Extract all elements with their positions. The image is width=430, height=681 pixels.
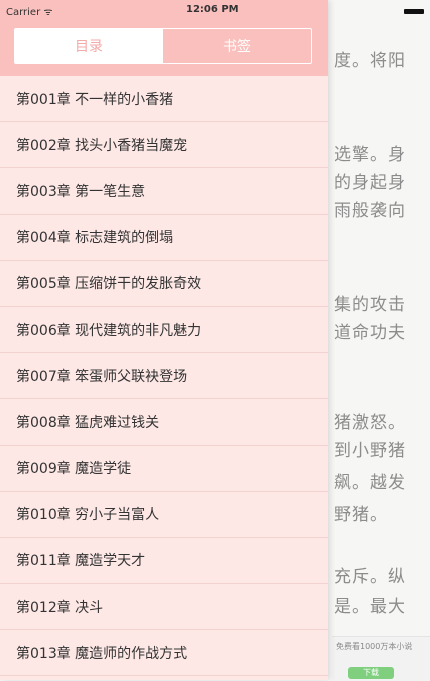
chapter-item[interactable]: 第009章 魔造学徒 [0, 446, 328, 492]
chapter-item[interactable]: 第010章 穷小子当富人 [0, 492, 328, 538]
reader-text-line: 度。将阳 [334, 51, 406, 71]
reader-text-line: 集的攻击 [334, 295, 406, 315]
status-bar: Carrier ᯤ 12:06 PM [0, 0, 328, 20]
reader-text-line: 飙。越发 [334, 473, 406, 493]
carrier-label: Carrier ᯤ [6, 7, 53, 18]
chapter-item[interactable]: 第004章 标志建筑的倒塌 [0, 215, 328, 261]
reader-text-line: 道命功夫 [334, 323, 406, 343]
reader-text-line: 选擎。身 [334, 145, 406, 165]
chapter-item[interactable]: 第012章 决斗 [0, 584, 328, 631]
ad-banner[interactable]: 免费看1000万本小说 下载 [332, 636, 430, 681]
reader-text-line: 充斥。纵 [334, 567, 406, 587]
banner-download-button[interactable]: 下载 [348, 667, 394, 679]
banner-text: 免费看1000万本小说 [336, 642, 413, 651]
chapter-item[interactable]: 第002章 找头小香猪当魔宠 [0, 122, 328, 169]
chapter-item[interactable]: 第013章 魔造师的作战方式 [0, 630, 328, 677]
drawer-header: Carrier ᯤ 12:06 PM 目录 书签 [0, 0, 328, 76]
reader-text-line: 的身起身 [334, 173, 406, 193]
chapter-item[interactable]: 第007章 笨蛋师父联袂登场 [0, 353, 328, 400]
chapter-item[interactable]: 第001章 不一样的小香猪 [0, 76, 328, 123]
tab-contents[interactable]: 目录 [15, 29, 163, 63]
chapter-item[interactable]: 第011章 魔造学天才 [0, 538, 328, 585]
chapter-item[interactable]: 第003章 第一笔生意 [0, 168, 328, 215]
status-time: 12:06 PM [186, 4, 239, 15]
reader-text-line: 猪激怒。 [334, 413, 406, 433]
reader-text-line: 到小野猪 [334, 441, 406, 461]
tab-segmented-control: 目录 书签 [14, 28, 312, 64]
reader-text-line: 雨般袭向 [334, 201, 406, 221]
battery-icon [404, 9, 424, 14]
reader-text-line: 是。最大 [334, 597, 406, 617]
chapter-list: 第001章 不一样的小香猪 第002章 找头小香猪当魔宠 第003章 第一笔生意… [0, 76, 328, 677]
chapter-item[interactable]: 第005章 压缩饼干的发胀奇效 [0, 261, 328, 307]
reader-text-line: 野猪。 [334, 505, 388, 525]
tab-bookmarks[interactable]: 书签 [163, 29, 311, 63]
chapter-item[interactable]: 第008章 猛虎难过钱关 [0, 399, 328, 446]
chapter-drawer: Carrier ᯤ 12:06 PM 目录 书签 第001章 不一样的小香猪 第… [0, 0, 328, 680]
chapter-item[interactable]: 第006章 现代建筑的非凡魅力 [0, 307, 328, 354]
